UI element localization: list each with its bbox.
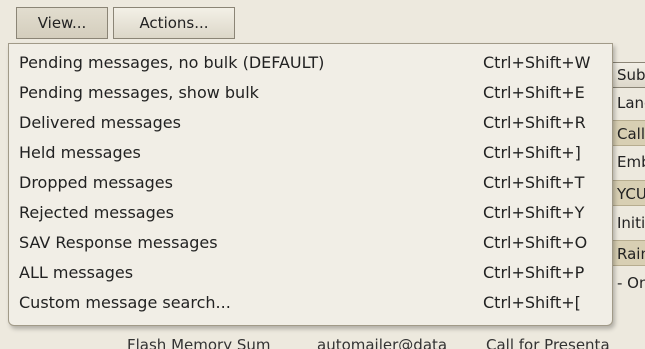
menu-item-shortcut: Ctrl+Shift+E — [483, 83, 585, 102]
menu-item-pending-no-bulk[interactable]: Pending messages, no bulk (DEFAULT) Ctrl… — [9, 48, 612, 78]
table-cell-from-name: Flash Memory Sum — [127, 336, 271, 349]
subject-cell[interactable]: - On — [612, 270, 645, 296]
subject-cell[interactable]: Land — [612, 90, 645, 116]
menu-item-shortcut: Ctrl+Shift+W — [483, 53, 591, 72]
view-menu-button[interactable]: View... — [16, 7, 108, 39]
menu-item-shortcut: Ctrl+Shift+[ — [483, 293, 581, 312]
menu-item-label: ALL messages — [19, 263, 134, 282]
menu-item-shortcut: Ctrl+Shift+T — [483, 173, 585, 192]
menu-item-shortcut: Ctrl+Shift+Y — [483, 203, 585, 222]
menu-item-dropped[interactable]: Dropped messages Ctrl+Shift+T — [9, 168, 612, 198]
menu-item-label: Pending messages, no bulk (DEFAULT) — [19, 53, 325, 72]
menu-item-all-messages[interactable]: ALL messages Ctrl+Shift+P — [9, 258, 612, 288]
menu-item-held[interactable]: Held messages Ctrl+Shift+] — [9, 138, 612, 168]
subject-cell[interactable]: Calle — [612, 120, 645, 146]
subject-cell[interactable]: Rain — [612, 240, 645, 266]
view-dropdown-menu: Pending messages, no bulk (DEFAULT) Ctrl… — [8, 43, 613, 326]
menu-item-shortcut: Ctrl+Shift+] — [483, 143, 581, 162]
subject-cell[interactable]: Embri — [612, 149, 645, 175]
menu-item-shortcut: Ctrl+Shift+R — [483, 113, 586, 132]
table-row[interactable]: Flash Memory Sum automailer@data Call fo… — [0, 325, 645, 349]
menu-item-label: Held messages — [19, 143, 141, 162]
menu-item-label: Custom message search... — [19, 293, 231, 312]
menu-item-pending-show-bulk[interactable]: Pending messages, show bulk Ctrl+Shift+E — [9, 78, 612, 108]
subject-cell[interactable]: Initi — [612, 210, 645, 236]
subject-column-header[interactable]: Subje — [612, 62, 645, 88]
menu-item-delivered[interactable]: Delivered messages Ctrl+Shift+R — [9, 108, 612, 138]
menu-item-rejected[interactable]: Rejected messages Ctrl+Shift+Y — [9, 198, 612, 228]
menu-item-label: Rejected messages — [19, 203, 174, 222]
menu-item-label: Pending messages, show bulk — [19, 83, 259, 102]
menu-item-label: SAV Response messages — [19, 233, 218, 252]
menu-item-custom-search[interactable]: Custom message search... Ctrl+Shift+[ — [9, 288, 612, 318]
subject-cell[interactable]: YCU — [612, 180, 645, 206]
menu-item-shortcut: Ctrl+Shift+O — [483, 233, 588, 252]
actions-menu-button[interactable]: Actions... — [113, 7, 235, 39]
menu-item-sav-response[interactable]: SAV Response messages Ctrl+Shift+O — [9, 228, 612, 258]
menu-item-label: Dropped messages — [19, 173, 173, 192]
menu-item-shortcut: Ctrl+Shift+P — [483, 263, 585, 282]
table-cell-subject: Call for Presenta — [486, 336, 610, 349]
table-cell-sender: automailer@data — [317, 336, 448, 349]
menu-item-label: Delivered messages — [19, 113, 181, 132]
toolbar: View... Actions... — [0, 0, 645, 46]
